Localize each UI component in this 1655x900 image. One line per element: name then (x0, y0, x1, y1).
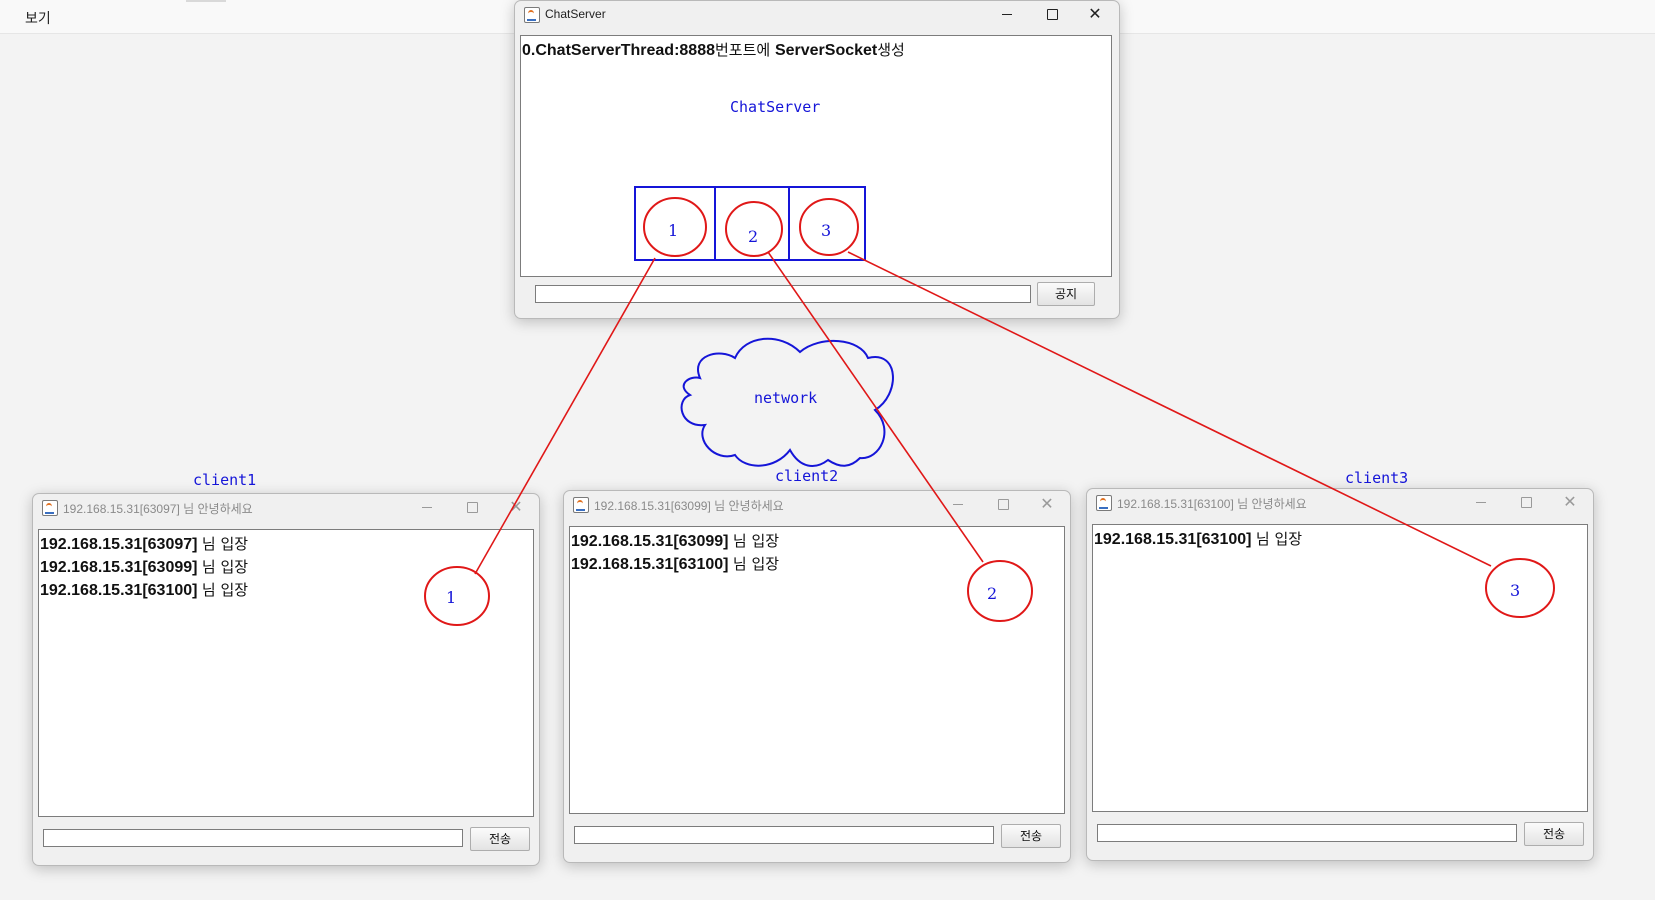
send-button[interactable]: 전송 (1524, 822, 1584, 846)
minimize-icon[interactable] (1459, 489, 1503, 516)
window-title: 192.168.15.31[63100] 님 안녕하세요 (1117, 497, 1307, 511)
client-window-3: 192.168.15.31[63100] 님 안녕하세요 ✕ 192.168.1… (1086, 488, 1594, 861)
java-app-icon (42, 500, 58, 516)
chat-line: 192.168.15.31[63100] 님 입장 (1094, 528, 1302, 549)
chat-line-suffix: 님 입장 (1255, 530, 1303, 548)
log-prefix: 0.ChatServerThread:8888 (522, 42, 715, 59)
chat-line-address: 192.168.15.31[63100] (1094, 531, 1252, 548)
chat-line: 192.168.15.31[63097] 님 입장 (40, 533, 248, 554)
chat-line-suffix: 님 입장 (732, 555, 780, 573)
chat-line-suffix: 님 입장 (201, 581, 249, 599)
maximize-icon[interactable] (1504, 489, 1548, 516)
log-mid: ServerSocket (774, 42, 878, 59)
network-label: network (754, 389, 817, 407)
notice-button[interactable]: 공지 (1037, 282, 1095, 306)
chat-line-address: 192.168.15.31[63099] (40, 559, 198, 576)
client3-label: client3 (1345, 469, 1408, 487)
window-title: 192.168.15.31[63097] 님 안녕하세요 (63, 502, 253, 516)
chat-line-address: 192.168.15.31[63099] (571, 533, 729, 550)
chat-line-address: 192.168.15.31[63097] (40, 536, 198, 553)
server-log-line: 0.ChatServerThread:8888번포트에 ServerSocket… (522, 39, 905, 60)
chat-line: 192.168.15.31[63099] 님 입장 (571, 530, 779, 551)
message-input[interactable] (574, 826, 994, 844)
window-title: 192.168.15.31[63099] 님 안녕하세요 (594, 499, 784, 513)
chat-server-window: ChatServer ✕ 0.ChatServerThread:8888번포트에… (514, 0, 1120, 319)
chat-line-address: 192.168.15.31[63100] (571, 556, 729, 573)
chat-log-area[interactable]: 192.168.15.31[63100] 님 입장 (1092, 524, 1588, 812)
minimize-icon[interactable] (936, 491, 980, 518)
message-input[interactable] (1097, 824, 1517, 842)
close-icon[interactable]: ✕ (1548, 489, 1592, 516)
java-app-icon (1096, 495, 1112, 511)
chat-line-suffix: 님 입장 (201, 535, 249, 553)
client-window-1: 192.168.15.31[63097] 님 안녕하세요 ✕ 192.168.1… (32, 493, 540, 866)
log-kor-2: 생성 (877, 41, 905, 59)
chat-line-address: 192.168.15.31[63100] (40, 582, 198, 599)
server-log-area[interactable]: 0.ChatServerThread:8888번포트에 ServerSocket… (520, 35, 1112, 277)
chat-line: 192.168.15.31[63099] 님 입장 (40, 556, 248, 577)
title-bar[interactable]: ChatServer ✕ (515, 1, 1119, 28)
title-bar[interactable]: 192.168.15.31[63097] 님 안녕하세요 ✕ (33, 494, 539, 521)
chat-line: 192.168.15.31[63100] 님 입장 (40, 579, 248, 600)
maximize-icon[interactable] (981, 491, 1025, 518)
close-icon[interactable]: ✕ (1025, 491, 1069, 518)
message-input[interactable] (43, 829, 463, 847)
minimize-icon[interactable] (405, 494, 449, 521)
title-bar[interactable]: 192.168.15.31[63099] 님 안녕하세요 ✕ (564, 491, 1070, 518)
send-button[interactable]: 전송 (470, 827, 530, 851)
menu-view[interactable]: 보기 (25, 8, 51, 28)
maximize-icon[interactable] (1030, 1, 1074, 28)
server-notice-input[interactable] (535, 285, 1031, 303)
java-app-icon (524, 7, 540, 23)
close-icon[interactable]: ✕ (1073, 1, 1117, 28)
chat-line-suffix: 님 입장 (732, 532, 780, 550)
network-cloud (680, 337, 894, 467)
chat-line: 192.168.15.31[63100] 님 입장 (571, 553, 779, 574)
client1-label: client1 (193, 471, 256, 489)
close-icon[interactable]: ✕ (494, 494, 538, 521)
title-bar[interactable]: 192.168.15.31[63100] 님 안녕하세요 ✕ (1087, 489, 1593, 516)
menubar-divider (186, 0, 226, 2)
log-kor-1: 번포트에 (714, 41, 775, 59)
window-title: ChatServer (545, 7, 606, 21)
chat-log-area[interactable]: 192.168.15.31[63097] 님 입장 192.168.15.31[… (38, 529, 534, 817)
client2-label: client2 (775, 467, 838, 485)
client-window-2: 192.168.15.31[63099] 님 안녕하세요 ✕ 192.168.1… (563, 490, 1071, 863)
chat-log-area[interactable]: 192.168.15.31[63099] 님 입장 192.168.15.31[… (569, 526, 1065, 814)
send-button[interactable]: 전송 (1001, 824, 1061, 848)
maximize-icon[interactable] (450, 494, 494, 521)
minimize-icon[interactable] (985, 1, 1029, 28)
chat-line-suffix: 님 입장 (201, 558, 249, 576)
java-app-icon (573, 497, 589, 513)
